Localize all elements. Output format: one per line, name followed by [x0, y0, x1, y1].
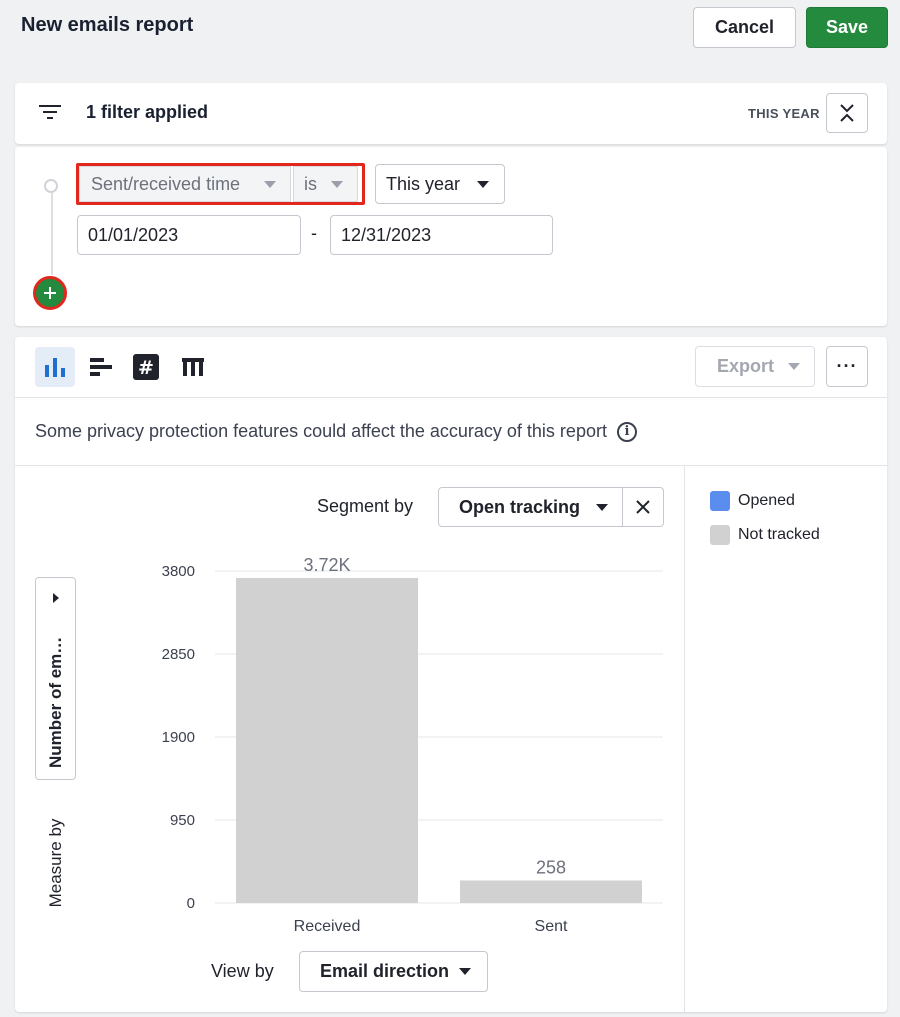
- chevron-down-icon: [788, 363, 800, 370]
- segment-by-select[interactable]: Open tracking: [438, 487, 623, 527]
- segment-by-value: Open tracking: [459, 496, 581, 517]
- legend-swatch: [710, 491, 730, 511]
- collapse-filter-button[interactable]: [826, 93, 868, 133]
- filter-field-select[interactable]: Sent/received time: [79, 166, 291, 202]
- table-view-button[interactable]: [173, 347, 213, 387]
- table-icon: [182, 358, 204, 376]
- y-tick-label: 0: [187, 895, 195, 912]
- horizontal-bar-icon: [90, 358, 112, 376]
- bar-chart-icon: [45, 358, 65, 377]
- measure-by-value: Number of emails: [46, 628, 65, 768]
- scorecard-view-button[interactable]: #: [126, 347, 166, 387]
- page-title: New emails report: [21, 14, 194, 36]
- privacy-notice: Some privacy protection features could a…: [35, 421, 637, 442]
- filter-condition: Sent/received time is: [76, 163, 365, 205]
- end-date-input[interactable]: 12/31/2023: [330, 215, 553, 255]
- filter-summary: 1 filter applied: [86, 102, 209, 122]
- chevron-down-icon: [459, 968, 471, 975]
- save-button[interactable]: Save: [806, 7, 888, 48]
- filter-rules: Sent/received time is This year 01/01/20…: [15, 147, 887, 326]
- legend-label: Not tracked: [738, 526, 820, 543]
- svg-text:#: #: [138, 357, 154, 379]
- legend-item-not-tracked[interactable]: Not tracked: [710, 525, 820, 545]
- view-by-label: View by: [211, 961, 274, 981]
- filter-field-value: Sent/received time: [91, 173, 241, 194]
- period-tag: THIS YEAR: [748, 106, 820, 121]
- y-tick-label: 3800: [162, 563, 195, 580]
- data-label: 3.72K: [303, 555, 350, 575]
- start-date-input[interactable]: 01/01/2023: [77, 215, 301, 255]
- chevron-down-icon: [596, 503, 608, 511]
- report-panel: # Export ··· Some privacy protection fea…: [15, 337, 887, 1012]
- x-tick-label: Sent: [535, 918, 568, 935]
- toolbar-divider: [15, 397, 887, 398]
- view-by-select[interactable]: Email direction: [299, 951, 488, 992]
- export-label: Export: [717, 356, 775, 376]
- legend-divider: [684, 466, 685, 1012]
- range-value: This year: [386, 173, 461, 194]
- filter-header: 1 filter applied THIS YEAR: [15, 83, 887, 144]
- legend-label: Opened: [738, 492, 795, 509]
- y-tick-label: 2850: [162, 646, 195, 663]
- legend-item-opened[interactable]: Opened: [710, 491, 820, 511]
- notice-divider: [15, 465, 887, 466]
- date-separator: -: [311, 223, 317, 243]
- measure-by-label: Measure by: [46, 818, 65, 908]
- rule-connector: [51, 193, 53, 275]
- segment-by-label: Segment by: [317, 496, 414, 516]
- y-tick-label: 950: [170, 812, 195, 829]
- privacy-notice-text: Some privacy protection features could a…: [35, 421, 607, 441]
- cancel-button[interactable]: Cancel: [693, 7, 796, 48]
- x-tick-label: Received: [294, 918, 361, 935]
- export-button[interactable]: Export: [695, 346, 815, 387]
- more-options-button[interactable]: ···: [826, 346, 868, 387]
- bar: [460, 880, 642, 903]
- data-label: 258: [536, 857, 566, 877]
- filter-operator-select[interactable]: is: [293, 166, 358, 202]
- bar: [236, 577, 418, 903]
- chevron-down-icon: [477, 180, 489, 188]
- range-select[interactable]: This year: [375, 164, 505, 204]
- bar-chart: 0 950 1900 2850 3800 3.72K Received 258 Sent: [162, 555, 663, 935]
- add-filter-button[interactable]: [33, 276, 67, 310]
- y-tick-label: 1900: [162, 729, 195, 746]
- measure-by-select[interactable]: Number of emails: [35, 577, 76, 780]
- plus-icon: [44, 287, 56, 299]
- clear-segment-button[interactable]: [622, 487, 664, 527]
- chevron-down-icon: [331, 180, 343, 188]
- horizontal-bar-view-button[interactable]: [81, 347, 121, 387]
- legend-swatch: [710, 525, 730, 545]
- hashtag-icon: #: [133, 354, 159, 380]
- rule-dot: [44, 179, 58, 193]
- caret-right-icon: [53, 593, 59, 603]
- bar-chart-view-button[interactable]: [35, 347, 75, 387]
- collapse-icon: [840, 104, 854, 122]
- filter-operator-value: is: [304, 173, 317, 194]
- chevron-down-icon: [264, 180, 276, 188]
- info-icon[interactable]: i: [616, 421, 637, 442]
- view-by-value: Email direction: [320, 961, 450, 981]
- close-icon: [636, 500, 650, 514]
- filter-icon[interactable]: [39, 103, 61, 121]
- chart-legend: Opened Not tracked: [710, 491, 820, 559]
